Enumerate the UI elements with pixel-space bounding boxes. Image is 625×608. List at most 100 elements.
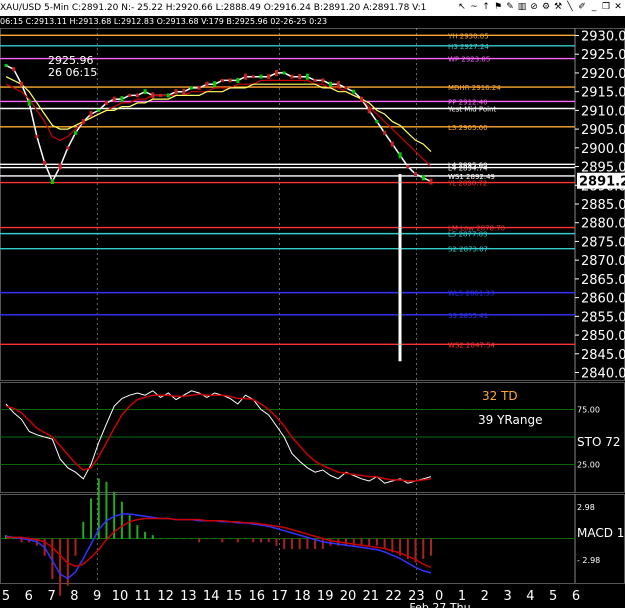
line-icon[interactable]: ╲: [565, 1, 575, 13]
x-tick-label: 14: [203, 589, 220, 604]
price-candle: [352, 89, 356, 94]
macd-histogram-bar: [82, 521, 85, 539]
settings-icon[interactable]: ⚙: [541, 1, 551, 13]
up-icon[interactable]: ↑: [481, 1, 491, 13]
toolbar: ↖ ~ ↑ ⚑ ✎ ▥ ⊘ ⚙ ⚒ ╲ ✐ _ ❐ ✕: [457, 1, 623, 15]
price-candle: [66, 146, 70, 150]
panel-price-frame: [0, 28, 625, 381]
macd-histogram-bar: [182, 538, 185, 539]
y-tick-label: 2905.00: [581, 123, 625, 138]
x-tick-label: 15: [226, 589, 243, 604]
price-candle: [290, 74, 294, 79]
x-tick-label: 11: [135, 589, 152, 604]
wave-icon[interactable]: ~: [469, 1, 479, 13]
level-label: WP 2923.85: [448, 56, 490, 64]
bars-icon[interactable]: ▥: [517, 1, 527, 13]
x-date-label: Feb 27 Thu: [409, 601, 470, 608]
y-tick-label: 2910.00: [581, 104, 625, 119]
macd-histogram-bar: [136, 525, 139, 539]
macd-histogram-bar: [375, 538, 378, 546]
stoch-tick-label: 25.00: [577, 461, 600, 470]
tool-icon[interactable]: ⚒: [553, 1, 563, 13]
restore-icon[interactable]: ❐: [601, 1, 611, 13]
stoch-tick-label: 75.00: [577, 406, 600, 415]
macd-histogram-bar: [190, 538, 193, 539]
cursor-icon[interactable]: ↖: [457, 1, 467, 13]
close-icon[interactable]: ✕: [613, 1, 623, 13]
price-candle: [321, 78, 325, 83]
macd-histogram-bar: [430, 538, 432, 556]
flag-icon[interactable]: ⚑: [493, 1, 503, 13]
y-tick-label: 2870.00: [581, 254, 625, 269]
macd-histogram-bar: [12, 538, 15, 539]
price-candle: [166, 93, 170, 98]
price-candle: [120, 96, 124, 103]
level-label: L5 2877.09: [448, 231, 488, 239]
stoch-label: STO 72: [577, 435, 620, 449]
price-candle: [27, 99, 31, 106]
price-candle: [104, 100, 108, 105]
level-label: WL5 2861.33: [448, 290, 494, 298]
price-candle: [251, 75, 255, 79]
x-tick-label: 6: [25, 589, 33, 604]
macd-histogram-bar: [120, 501, 123, 539]
price-candle: [228, 78, 232, 83]
y-tick-label: 2875.00: [581, 235, 625, 250]
price-candle: [189, 86, 193, 90]
price-candle: [367, 107, 371, 114]
level-label: L3 2905.60: [448, 124, 488, 132]
macd-histogram-bar: [236, 538, 239, 543]
price-candle: [35, 135, 39, 139]
stoch-label: 32 TD: [482, 389, 518, 403]
pencil-icon[interactable]: ✎: [505, 1, 515, 13]
macd-histogram-bar: [252, 538, 255, 543]
price-candle: [259, 74, 263, 79]
level-label: WS2 2847.54: [448, 341, 496, 349]
macd-histogram-bar: [298, 538, 301, 550]
chart-area[interactable]: 5 6 7 8 9 10 11 12 13 14 15 16 17 18 19 20 21 22 23 0 1 2 3 4 5 6…: [0, 28, 625, 608]
x-tick-label: 8: [70, 589, 78, 604]
last-price-label: 2891.21: [579, 175, 625, 190]
price-candle: [197, 85, 201, 90]
stop-icon[interactable]: ⊘: [529, 1, 539, 13]
price-candle: [143, 89, 147, 95]
y-tick-label: 2915.00: [581, 86, 625, 101]
macd-histogram-bar: [267, 538, 270, 543]
price-candle: [112, 96, 116, 102]
price-candle: [205, 81, 209, 87]
x-tick-label: 13: [180, 589, 197, 604]
level-label: H3 2927.24: [448, 43, 489, 51]
price-candle: [336, 81, 340, 88]
macd-histogram-bar: [144, 531, 147, 539]
macd-histogram-bar: [260, 538, 262, 543]
y-tick-label: 2860.00: [581, 292, 625, 307]
y-tick-label: 2925.00: [581, 48, 625, 63]
price-candle: [81, 119, 85, 125]
price-candle: [135, 93, 139, 98]
price-candle: [4, 63, 8, 67]
x-tick-label: 16: [249, 589, 266, 604]
y-tick-label: 2840.00: [581, 367, 625, 382]
macd-histogram-bar: [74, 538, 77, 556]
price-candle: [244, 73, 248, 80]
x-tick-label: 5: [2, 589, 10, 604]
pen-icon[interactable]: ✐: [577, 1, 587, 13]
macd-histogram-bar: [383, 538, 386, 550]
macd-histogram-bar: [151, 535, 154, 539]
x-tick-label: 5: [549, 589, 557, 604]
macd-series-1: [6, 517, 432, 569]
macd-histogram-bar: [90, 498, 92, 539]
y-tick-label: 2920.00: [581, 67, 625, 82]
macd-histogram-bar: [213, 538, 216, 539]
level-label: S3 2855.41: [448, 312, 488, 320]
price-candle: [213, 81, 217, 88]
y-tick-label: 2865.00: [581, 273, 625, 288]
price-candle: [19, 81, 23, 87]
minimize-icon[interactable]: _: [589, 1, 599, 13]
x-tick-label: 19: [317, 589, 334, 604]
price-candle: [159, 93, 163, 97]
x-tick-label: 3: [503, 589, 511, 604]
window-title: XAU/USD 5-Min C:2891.20 N:- 25.22 H:2920…: [0, 3, 427, 13]
price-candle: [429, 178, 433, 185]
price-candle: [282, 71, 286, 75]
